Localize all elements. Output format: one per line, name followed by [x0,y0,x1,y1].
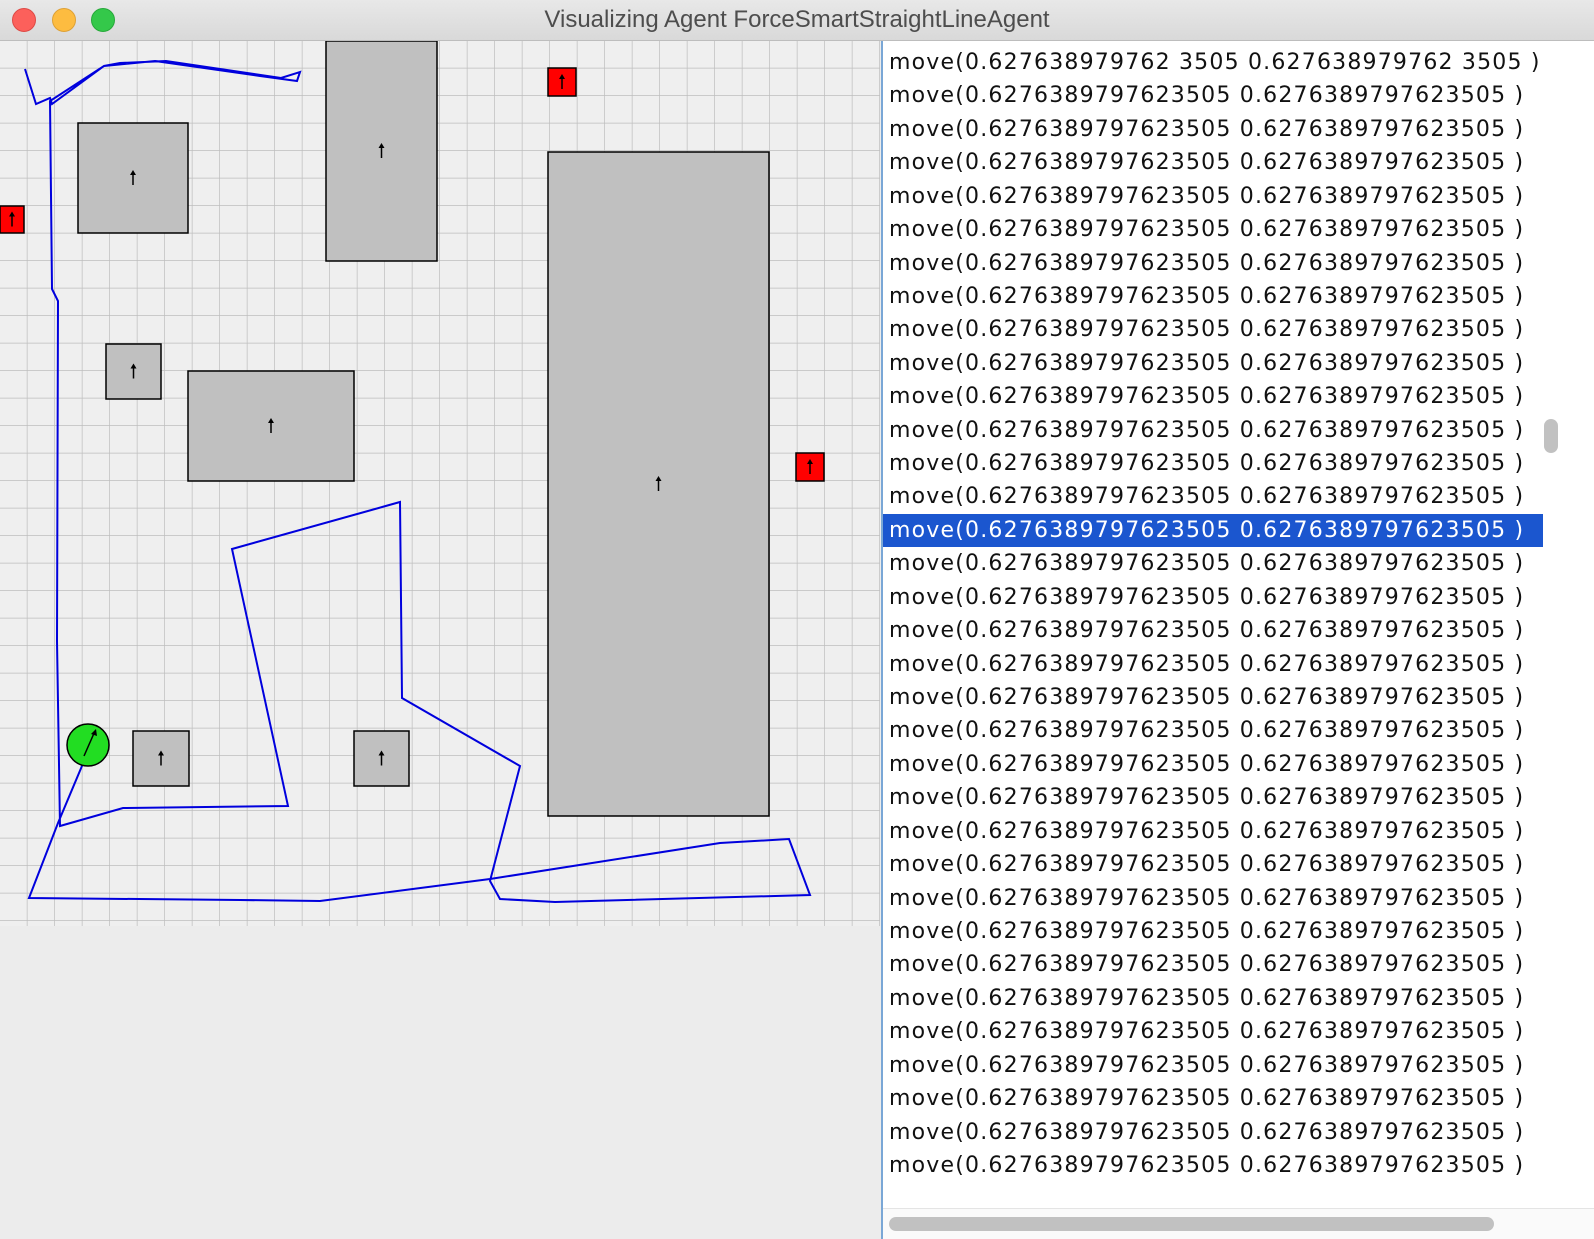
log-entry[interactable]: move(0.6276389797623505 0.62763897976235… [883,1149,1543,1182]
log-entry[interactable]: move(0.6276389797623505 0.62763897976235… [883,882,1543,915]
log-entry[interactable]: move(0.6276389797623505 0.62763897976235… [883,1082,1543,1115]
log-entry[interactable]: move(0.6276389797623505 0.62763897976235… [883,581,1543,614]
action-log-panel[interactable]: move(0.627638979762 3505 0.627638979762 … [881,41,1594,1239]
log-entry[interactable]: move(0.6276389797623505 0.62763897976235… [883,213,1543,246]
log-entry[interactable]: move(0.6276389797623505 0.62763897976235… [883,480,1543,513]
log-entry[interactable]: move(0.6276389797623505 0.62763897976235… [883,1015,1543,1048]
target-2 [0,205,25,234]
world-view[interactable] [0,41,880,1239]
window-title: Visualizing Agent ForceSmartStraightLine… [544,6,1050,33]
agent-body[interactable] [66,723,110,767]
log-entry[interactable]: move(0.6276389797623505 0.62763897976235… [883,815,1543,848]
log-entry[interactable]: move(0.6276389797623505 0.62763897976235… [883,180,1543,213]
log-entry[interactable]: move(0.6276389797623505 0.62763897976235… [883,146,1543,179]
log-entry[interactable]: move(0.6276389797623505 0.62763897976235… [883,781,1543,814]
obstacle-7 [353,730,410,787]
log-entry[interactable]: move(0.6276389797623505 0.62763897976235… [883,948,1543,981]
world-canvas[interactable] [0,41,880,1239]
obstacle-3 [547,151,770,817]
log-entry[interactable]: move(0.6276389797623505 0.62763897976235… [883,748,1543,781]
horizontal-scrollbar[interactable] [883,1208,1594,1239]
obstacle-5 [187,370,355,482]
agent[interactable] [66,723,110,767]
action-log-list[interactable]: move(0.627638979762 3505 0.627638979762 … [883,46,1543,1182]
log-entry[interactable]: move(0.6276389797623505 0.62763897976235… [883,447,1543,480]
log-entry[interactable]: move(0.6276389797623505 0.62763897976235… [883,848,1543,881]
log-entry[interactable]: move(0.6276389797623505 0.62763897976235… [883,681,1543,714]
log-entry[interactable]: move(0.6276389797623505 0.62763897976235… [883,313,1543,346]
log-entry[interactable]: move(0.627638979762 3505 0.627638979762 … [883,46,1543,79]
log-entry[interactable]: move(0.6276389797623505 0.62763897976235… [883,280,1543,313]
target-3 [795,452,825,482]
obstacle-1 [77,122,189,234]
horizontal-scrollbar-thumb[interactable] [889,1217,1494,1231]
obstacle-2 [325,41,438,262]
log-entry[interactable]: move(0.6276389797623505 0.62763897976235… [883,982,1543,1015]
log-entry[interactable]: move(0.6276389797623505 0.62763897976235… [883,1049,1543,1082]
log-entry[interactable]: move(0.6276389797623505 0.62763897976235… [883,113,1543,146]
log-entry[interactable]: move(0.6276389797623505 0.62763897976235… [883,714,1543,747]
title-bar: Visualizing Agent ForceSmartStraightLine… [0,0,1594,41]
log-entry[interactable]: move(0.6276389797623505 0.62763897976235… [883,380,1543,413]
obstacle-4 [105,343,162,400]
log-entry[interactable]: move(0.6276389797623505 0.62763897976235… [883,347,1543,380]
log-entry[interactable]: move(0.6276389797623505 0.62763897976235… [883,614,1543,647]
obstacle-6 [132,730,190,787]
target-1 [547,67,577,97]
log-entry[interactable]: move(0.6276389797623505 0.62763897976235… [883,79,1543,112]
vertical-scrollbar-thumb[interactable] [1544,419,1558,453]
log-entry[interactable]: move(0.6276389797623505 0.62763897976235… [883,648,1543,681]
log-entry-selected[interactable]: move(0.6276389797623505 0.62763897976235… [883,513,1543,548]
log-entry[interactable]: move(0.6276389797623505 0.62763897976235… [883,414,1543,447]
log-entry[interactable]: move(0.6276389797623505 0.62763897976235… [883,915,1543,948]
log-entry[interactable]: move(0.6276389797623505 0.62763897976235… [883,547,1543,580]
log-entry[interactable]: move(0.6276389797623505 0.62763897976235… [883,1116,1543,1149]
log-entry[interactable]: move(0.6276389797623505 0.62763897976235… [883,247,1543,280]
